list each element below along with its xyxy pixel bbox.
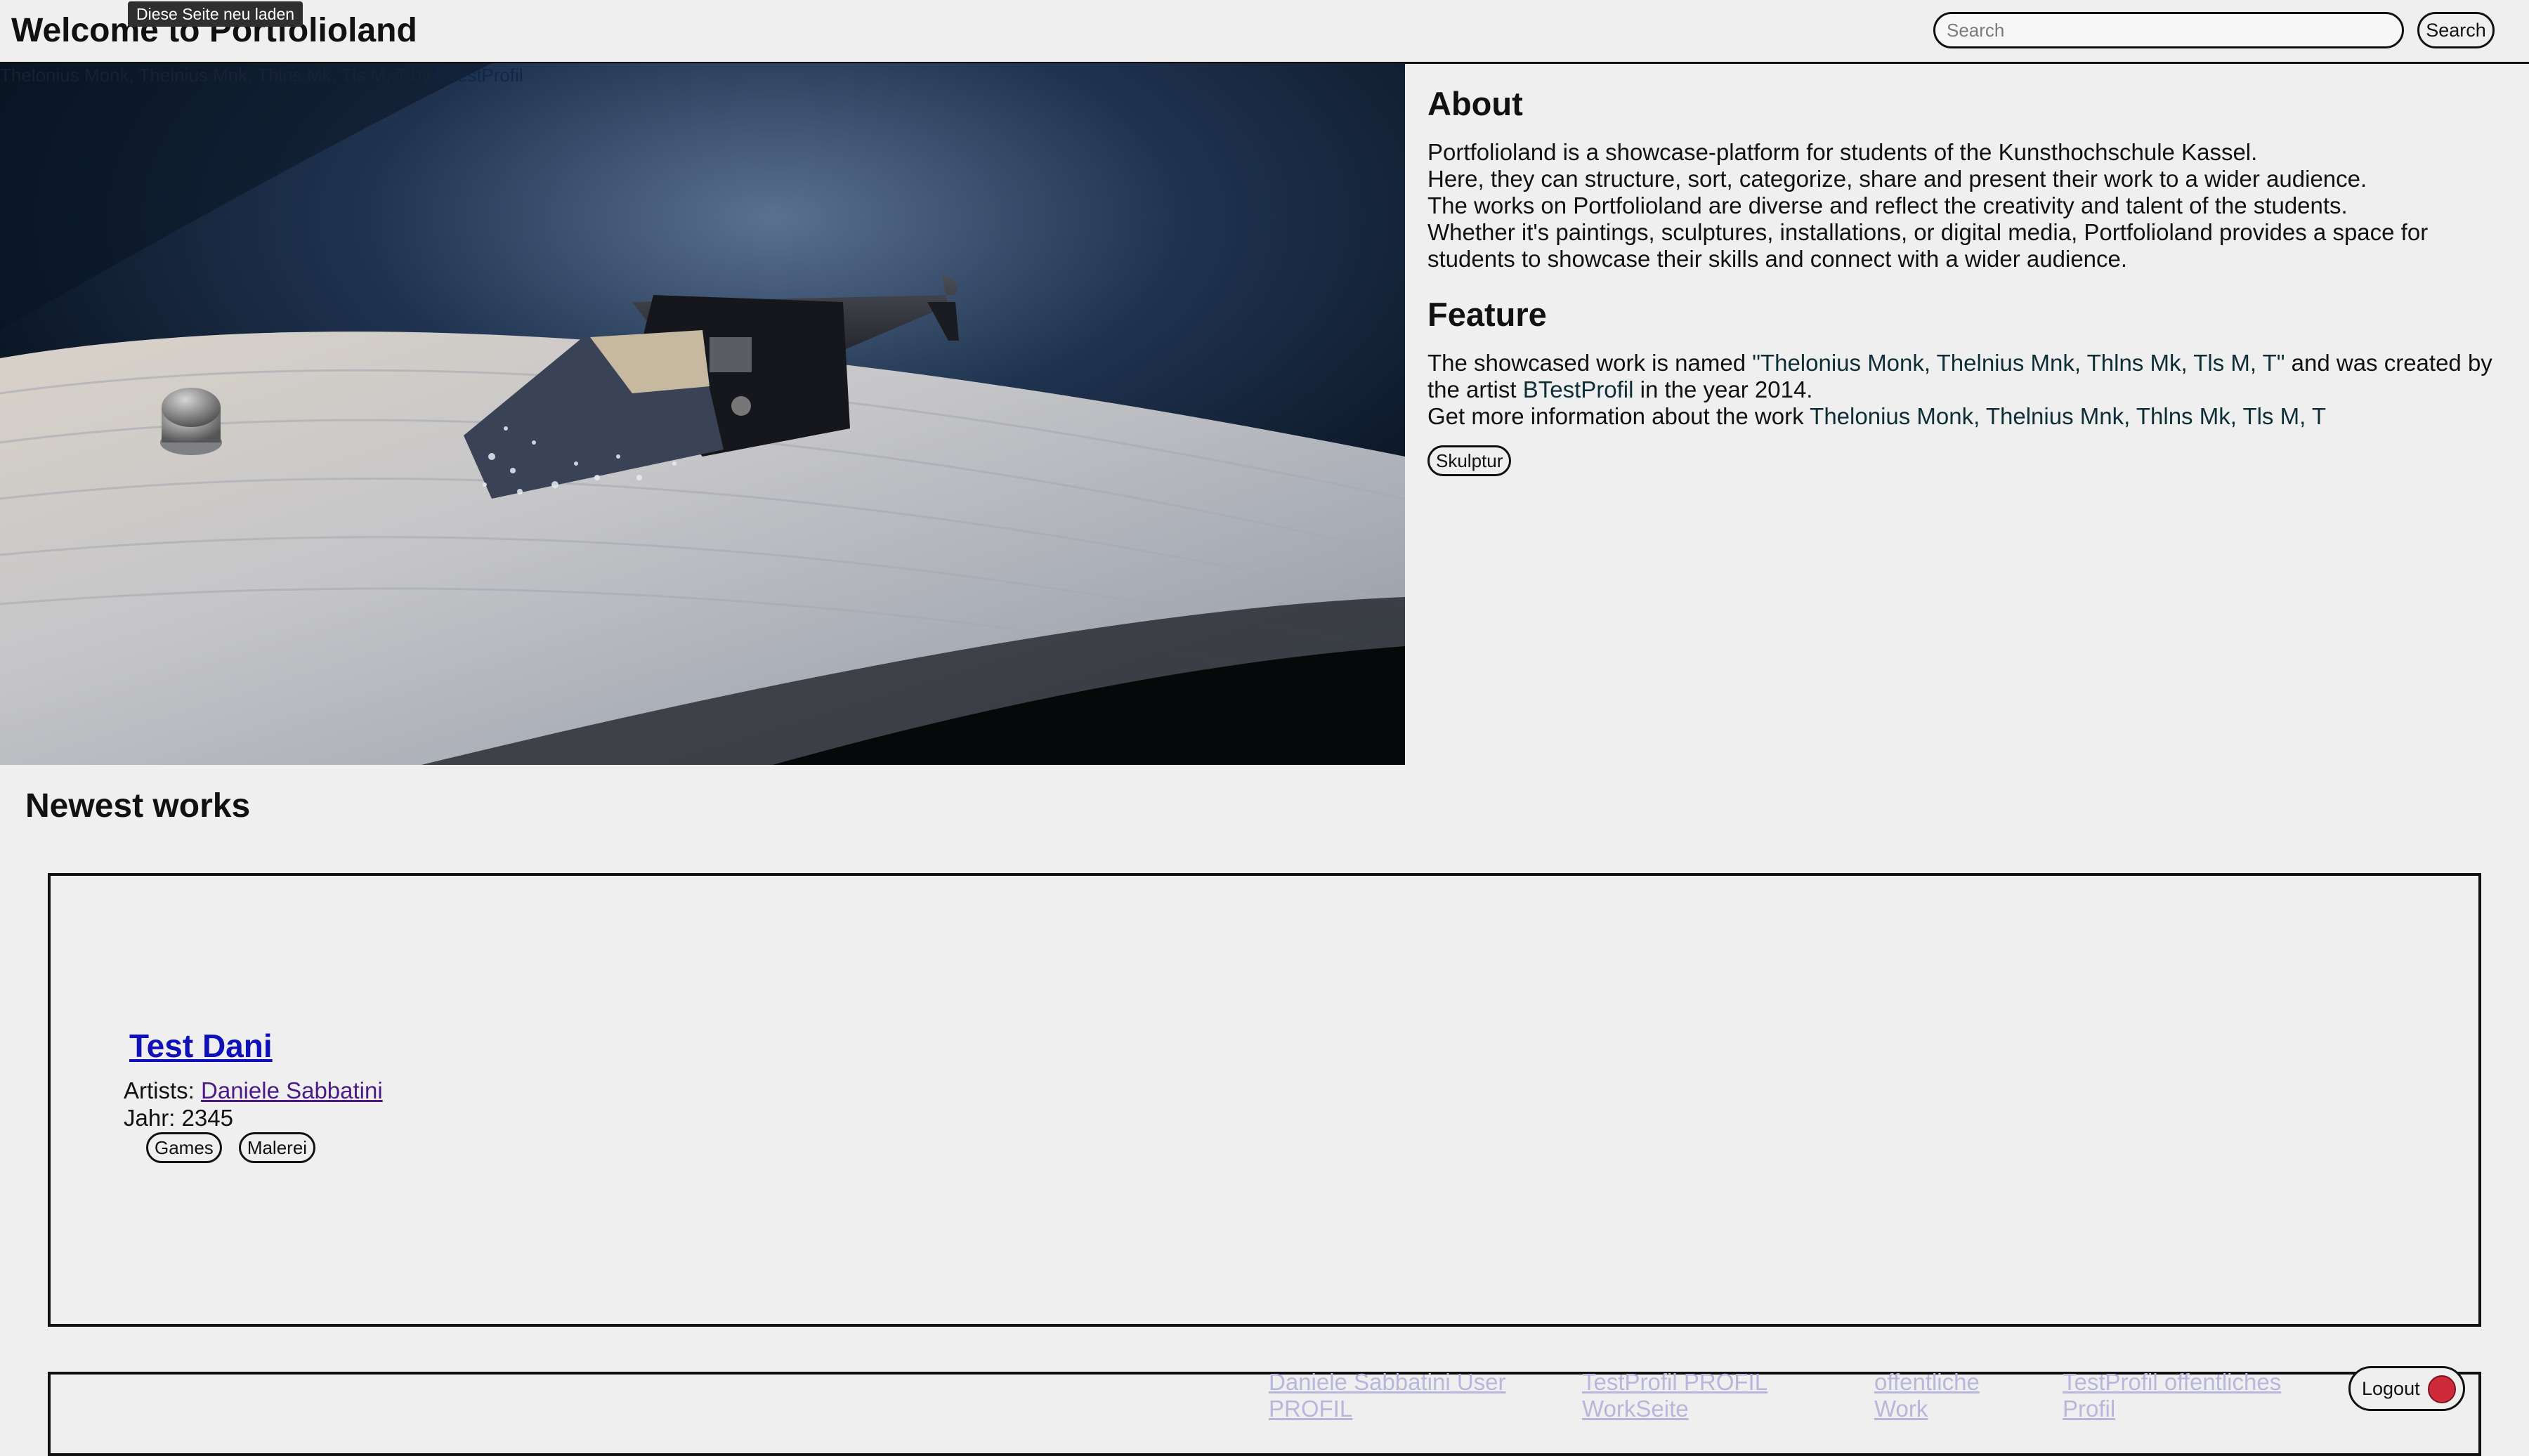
site-header: Welcome to Portfolioland Diese Seite neu… [0,0,2529,64]
feature-description: The showcased work is named "Thelonius M… [1427,350,2509,403]
footer-link-testprofil-offentliches-profil[interactable]: TestProfil offentliches Profil [2063,1369,2301,1422]
feature-more-info: Get more information about the work Thel… [1427,403,2509,430]
footer-link-testprofil-workseite[interactable]: TestProfil PROFIL WorkSeite [1582,1369,1793,1422]
work-title-link[interactable]: Test Dani [129,1027,273,1065]
footer-link-offentliche-work[interactable]: offentliche Work [1874,1369,2001,1422]
about-heading: About [1427,85,1523,122]
status-dot-icon [2428,1375,2456,1403]
feature-more-prefix: Get more information about the work [1427,403,1810,429]
about-line: Portfolioland is a showcase-platform for… [1427,139,2258,165]
hero-caption: Thelonius Monk, Thelnius Mnk, Thlns Mk, … [0,63,523,87]
about-text: Portfolioland is a showcase-platform for… [1427,139,2509,273]
about-line: The works on Portfolioland are diverse a… [1427,192,2348,218]
tag-games[interactable]: Games [146,1132,222,1163]
feature-heading: Feature [1427,296,1547,333]
about-line: Whether it's paintings, sculptures, inst… [1427,219,2429,272]
search-button[interactable]: Search [2417,12,2495,48]
footer-link-daniele-profile[interactable]: Daniele Sabbatini User PROFIL [1269,1369,1508,1422]
feature-year-text: in the year 2014. [1633,376,1813,402]
hero-caption-by: by [406,65,436,86]
logout-label: Logout [2362,1378,2420,1399]
work-artists-label: Artists: [124,1077,202,1103]
work-year: Jahr: 2345 [124,1105,233,1131]
work-tags: Games Malerei [146,1132,332,1163]
record-player-photo [0,63,1405,765]
feature-work-name[interactable]: "Thelonius Monk, Thelnius Mnk, Thlns Mk,… [1752,350,2285,376]
work-artists: Artists: Daniele Sabbatini [124,1077,383,1105]
feature-tags: Skulptur [1427,445,2509,476]
logout-button[interactable]: Logout [2348,1366,2465,1411]
work-card: Test Dani Artists: Daniele Sabbatini Jah… [48,873,2481,1327]
newest-works-heading: Newest works [25,787,251,825]
feature-text: The showcased work is named "Thelonius M… [1427,350,2509,430]
hero-image[interactable] [0,63,1405,765]
tag-malerei[interactable]: Malerei [238,1132,316,1163]
feature-intro-text: The showcased work is named [1427,350,1753,376]
hero-caption-work[interactable]: Thelonius Monk, Thelnius Mnk, Thlns Mk, … [0,65,406,86]
feature-artist-link[interactable]: BTestProfil [1523,376,1634,402]
work-artist-link[interactable]: Daniele Sabbatini [201,1077,383,1103]
hero-caption-artist[interactable]: BTestProfil [436,65,523,86]
feature-work-link[interactable]: Thelonius Monk, Thelnius Mnk, Thlns Mk, … [1810,403,2326,429]
tag-skulptur[interactable]: Skulptur [1427,445,1512,476]
about-section: About Portfolioland is a showcase-platfo… [1427,83,2509,476]
about-line: Here, they can structure, sort, categori… [1427,166,2367,192]
search-input[interactable] [1933,12,2404,48]
reload-tooltip: Diese Seite neu laden [128,1,303,27]
